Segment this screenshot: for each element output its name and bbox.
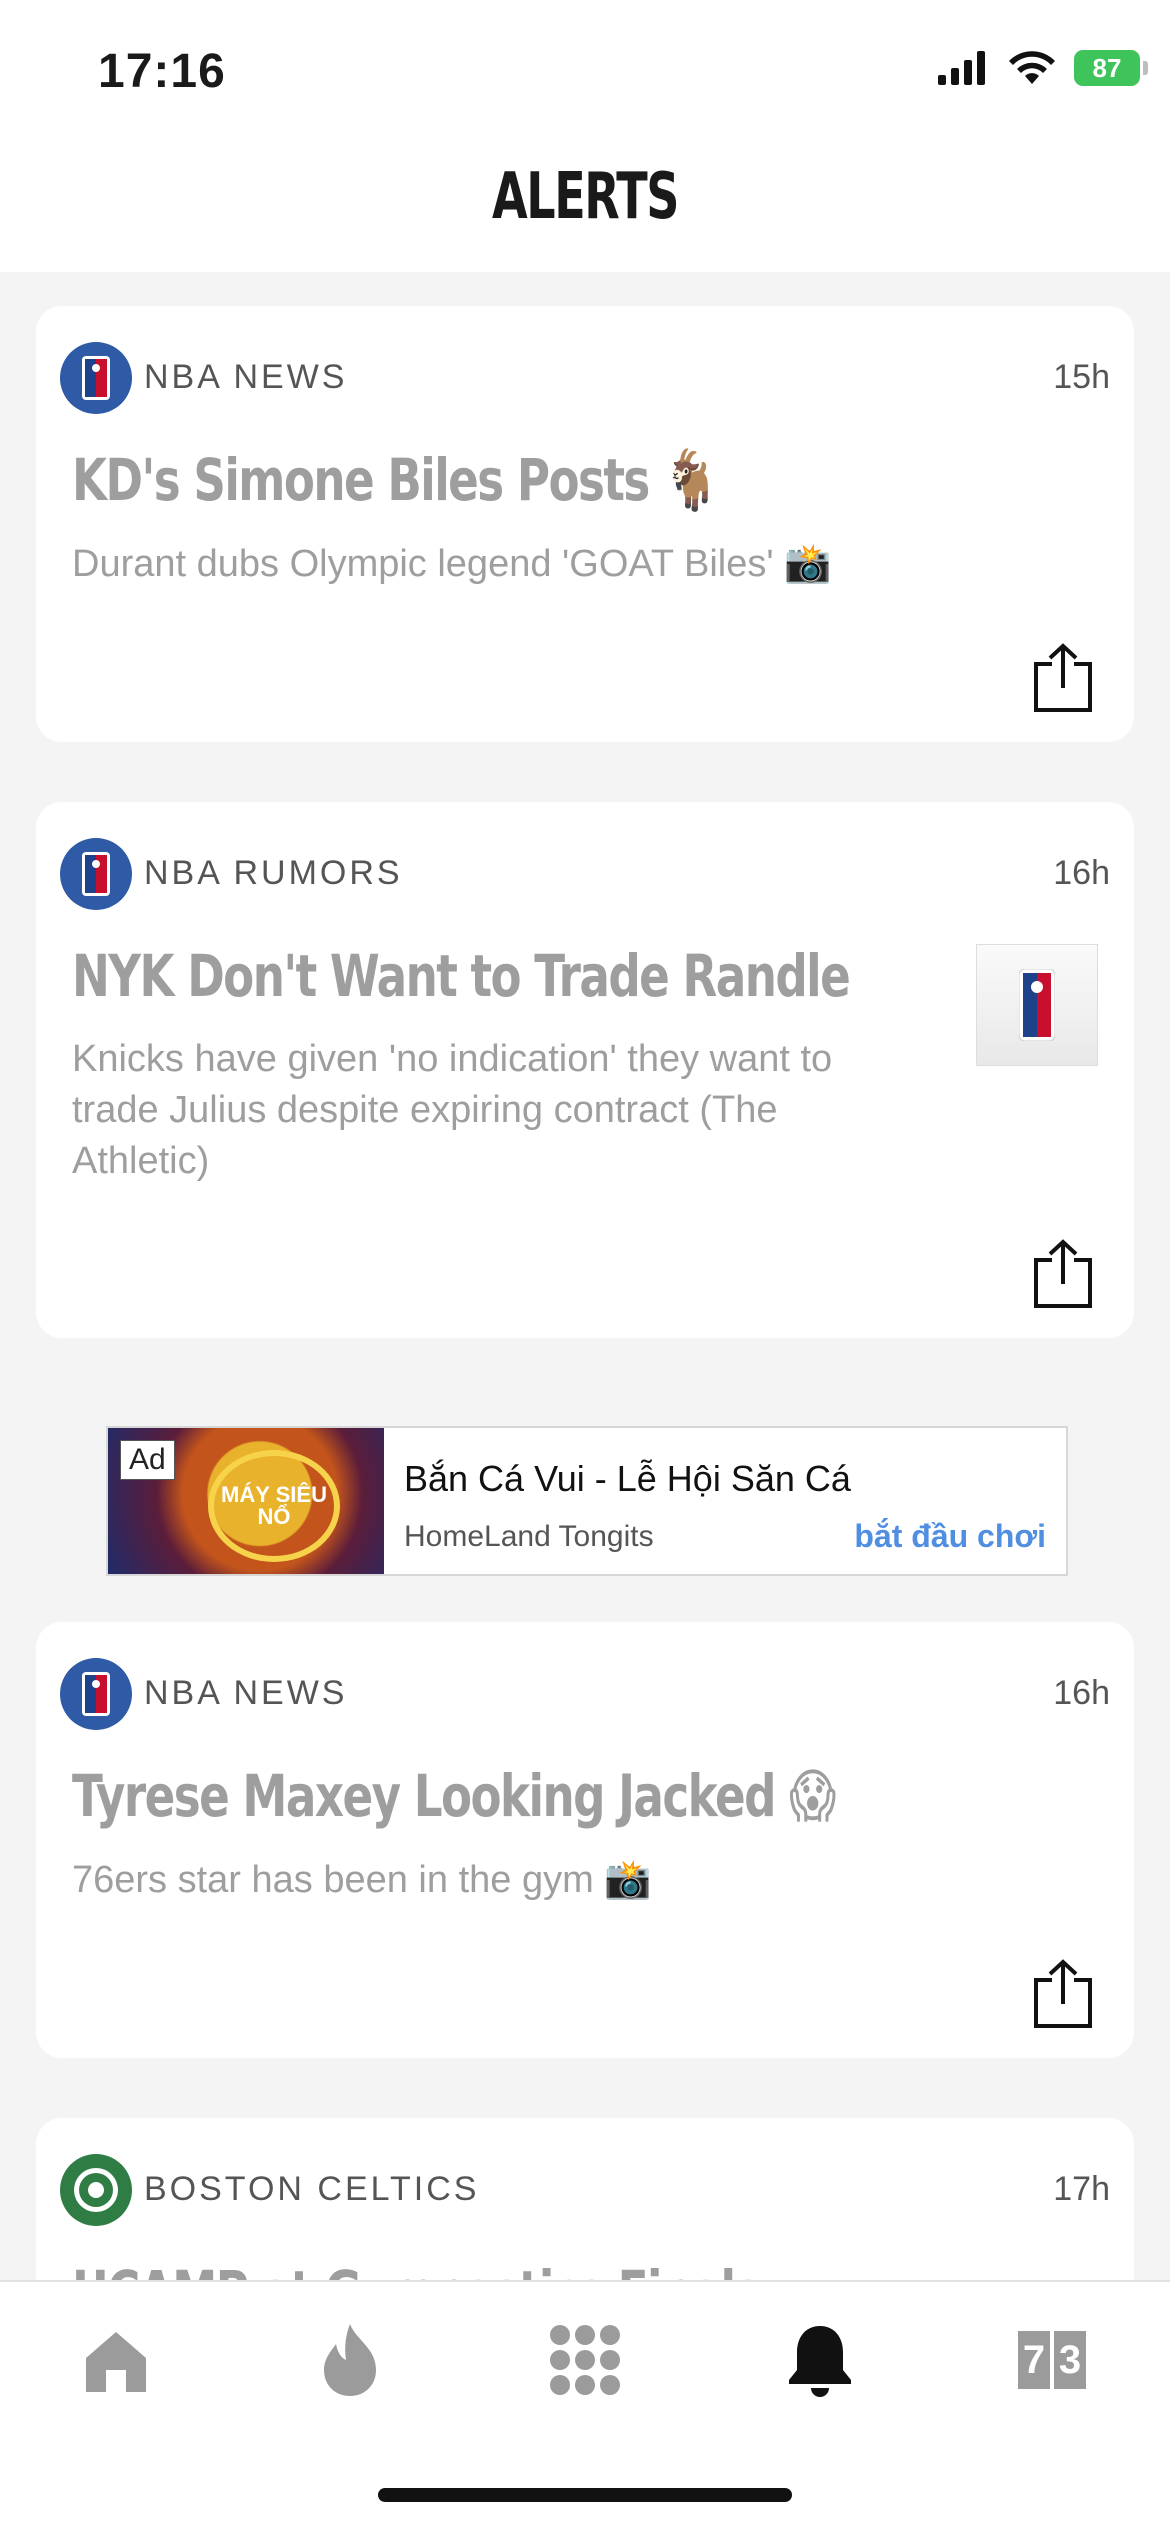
nba-logo-icon bbox=[1019, 969, 1055, 1041]
alert-time: 16h bbox=[1053, 1674, 1110, 1712]
page-title: ALERTS bbox=[492, 160, 679, 234]
headline-text: Tyrese Maxey Looking Jacked bbox=[72, 1762, 776, 1830]
alert-source: NBA NEWS bbox=[144, 358, 348, 396]
nba-logo-icon bbox=[60, 1658, 132, 1730]
home-indicator[interactable] bbox=[378, 2488, 792, 2502]
scores-digit: 3 bbox=[1054, 2331, 1086, 2389]
celtics-logo-icon bbox=[60, 2154, 132, 2226]
summary-text: Durant dubs Olympic legend 'GOAT Biles' bbox=[72, 543, 774, 585]
alert-time: 16h bbox=[1053, 854, 1110, 892]
ad-advertiser: HomeLand Tongits bbox=[404, 1520, 654, 1553]
summary-text: 76ers star has been in the gym bbox=[72, 1859, 594, 1901]
battery-level: 87 bbox=[1092, 52, 1122, 83]
alert-source: BOSTON CELTICS bbox=[144, 2170, 480, 2208]
alert-summary: Durant dubs Olympic legend 'GOAT Biles' … bbox=[72, 538, 902, 590]
tab-teams[interactable] bbox=[545, 2320, 625, 2400]
share-icon[interactable] bbox=[1028, 1238, 1098, 1310]
camera-emoji: 📸 bbox=[604, 1857, 652, 1901]
home-icon bbox=[86, 2332, 146, 2392]
status-time: 17:16 bbox=[98, 45, 226, 98]
alert-source: NBA RUMORS bbox=[144, 854, 403, 892]
ad-image-text: MÁY SIÊU NỔ bbox=[208, 1450, 340, 1562]
tab-scores[interactable]: 7 3 bbox=[1012, 2320, 1092, 2400]
ad-cta-button[interactable]: bắt đầu chơi bbox=[854, 1518, 1046, 1555]
alert-card[interactable]: NBA NEWS 15h KD's Simone Biles Posts 🐐 D… bbox=[36, 306, 1134, 742]
grid-icon bbox=[550, 2325, 620, 2395]
bell-icon bbox=[789, 2326, 851, 2397]
scream-emoji: 😱 bbox=[789, 1762, 836, 1830]
scores-digit: 7 bbox=[1018, 2331, 1050, 2389]
battery-icon: 87 bbox=[1074, 50, 1148, 86]
alert-headline[interactable]: NYK Don't Want to Trade Randle bbox=[72, 942, 851, 1010]
alert-headline[interactable]: Tyrese Maxey Looking Jacked 😱 bbox=[72, 1762, 836, 1830]
alert-source: NBA NEWS bbox=[144, 1674, 348, 1712]
nba-logo-icon bbox=[60, 342, 132, 414]
status-icons: 87 bbox=[938, 50, 1148, 86]
ad-banner[interactable]: MÁY SIÊU NỔ Ad Bắn Cá Vui - Lễ Hội Săn C… bbox=[106, 1426, 1068, 1576]
wifi-icon bbox=[1009, 51, 1055, 84]
alert-headline[interactable]: KD's Simone Biles Posts 🐐 bbox=[72, 446, 719, 515]
alert-thumbnail[interactable] bbox=[976, 944, 1098, 1066]
camera-emoji: 📸 bbox=[784, 541, 832, 585]
scores-icon: 7 3 bbox=[1018, 2331, 1086, 2389]
signal-icon bbox=[938, 51, 985, 85]
headline-text: KD's Simone Biles Posts bbox=[72, 446, 650, 514]
nba-logo-icon bbox=[60, 838, 132, 910]
share-icon[interactable] bbox=[1028, 1958, 1098, 2030]
header-area: 17:16 87 ALERTS bbox=[0, 0, 1170, 272]
alert-time: 17h bbox=[1053, 2170, 1110, 2208]
goat-emoji: 🐐 bbox=[662, 446, 719, 514]
tab-home[interactable] bbox=[76, 2320, 156, 2400]
flame-icon bbox=[324, 2324, 376, 2396]
tab-trending[interactable] bbox=[310, 2320, 390, 2400]
alert-card[interactable]: NBA NEWS 16h Tyrese Maxey Looking Jacked… bbox=[36, 1622, 1134, 2058]
alert-card[interactable]: NBA RUMORS 16h NYK Don't Want to Trade R… bbox=[36, 802, 1134, 1338]
alert-summary: Knicks have given 'no indication' they w… bbox=[72, 1038, 833, 1182]
alert-time: 15h bbox=[1053, 358, 1110, 396]
share-icon[interactable] bbox=[1028, 642, 1098, 714]
alert-summary: 76ers star has been in the gym 📸 bbox=[72, 1854, 902, 1906]
ad-title[interactable]: Bắn Cá Vui - Lễ Hội Săn Cá bbox=[404, 1458, 851, 1500]
tab-alerts[interactable] bbox=[780, 2320, 860, 2400]
ad-label: Ad bbox=[120, 1440, 175, 1480]
